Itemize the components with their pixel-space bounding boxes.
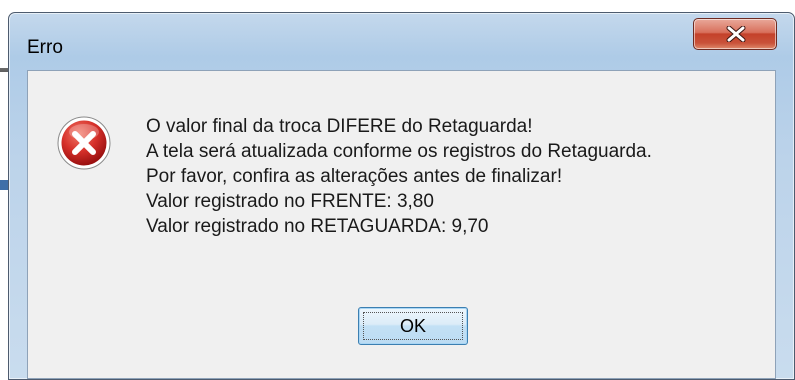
message-line: Valor registrado no FRENTE: 3,80 [146,191,434,212]
close-icon [726,26,746,42]
error-message: O valor final da troca DIFERE do Retagua… [146,114,652,239]
message-line: Valor registrado no RETAGUARDA: 9,70 [146,216,489,237]
error-icon [57,116,111,170]
message-line: Por favor, confira as alterações antes d… [146,166,563,187]
message-line: A tela será atualizada conforme os regis… [146,141,652,162]
dialog-content: O valor final da troca DIFERE do Retagua… [27,70,776,379]
close-button[interactable] [693,18,777,50]
ok-button[interactable]: OK [358,307,468,345]
message-line: O valor final da troca DIFERE do Retagua… [146,116,533,137]
error-dialog: Erro O valor final da troca DIFERE do Re… [8,12,795,380]
title-bar[interactable]: Erro [9,13,794,69]
dialog-title: Erro [27,37,63,58]
focus-rectangle [363,312,463,340]
